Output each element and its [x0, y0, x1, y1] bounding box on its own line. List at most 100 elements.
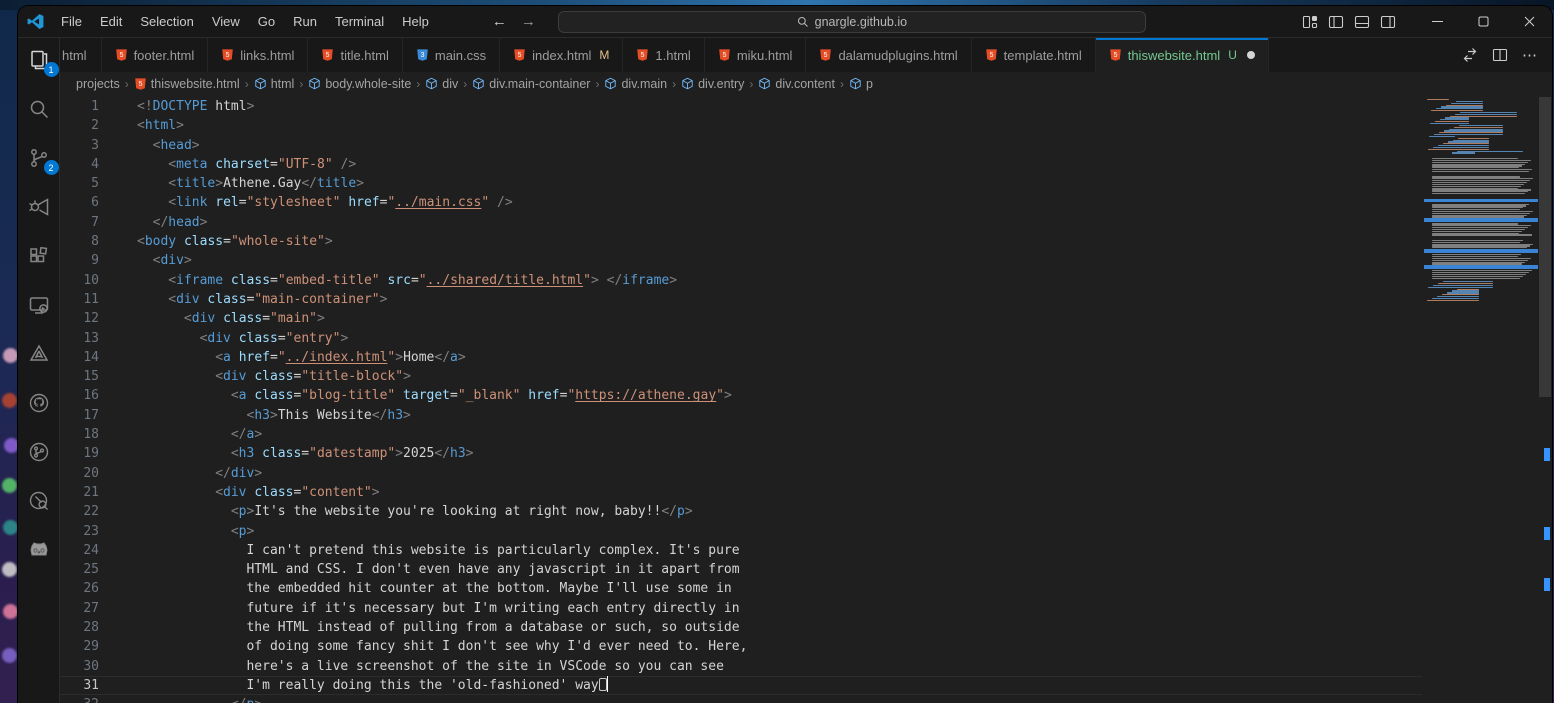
code-line-12[interactable]: 12<div class="main"> [60, 309, 1422, 328]
code-line-31[interactable]: 31I'm really doing this the 'old-fashion… [60, 676, 1422, 695]
breadcrumb-item-projects[interactable]: projects [76, 77, 120, 91]
breadcrumb-item-body.whole-site[interactable]: body.whole-site [308, 77, 411, 91]
godot-tools-icon[interactable] [23, 538, 55, 562]
search-icon[interactable] [23, 97, 55, 121]
command-center-search[interactable]: gnargle.github.io [558, 11, 1146, 33]
code-editor[interactable]: 1<!DOCTYPE html>2<html>3<head>4<meta cha… [60, 95, 1552, 703]
git-graph-icon[interactable] [23, 440, 55, 464]
vertical-scrollbar[interactable] [1538, 95, 1552, 703]
extensions-icon[interactable] [23, 244, 55, 268]
breadcrumb-item-div.content[interactable]: div.content [758, 77, 835, 91]
tab-1.html[interactable]: 51.html [623, 38, 704, 72]
triangle-a-extension-icon[interactable] [23, 342, 55, 366]
code-line-14[interactable]: 14<a href="../index.html">Home</a> [60, 348, 1422, 367]
customize-layout-icon[interactable] [1302, 14, 1318, 30]
toggle-sidebar-left-icon[interactable] [1328, 14, 1344, 30]
menu-run[interactable]: Run [284, 7, 326, 37]
nav-forward-icon[interactable]: → [521, 13, 536, 30]
maximize-button[interactable] [1460, 6, 1506, 37]
toggle-sidebar-right-icon[interactable] [1380, 14, 1396, 30]
code-line-16[interactable]: 16<a class="blog-title" target="_blank" … [60, 386, 1422, 405]
menu-go[interactable]: Go [249, 7, 284, 37]
github-icon[interactable] [23, 391, 55, 415]
code-line-1[interactable]: 1<!DOCTYPE html> [60, 97, 1422, 116]
code-line-23[interactable]: 23<p> [60, 522, 1422, 541]
explorer-icon[interactable]: 1 [23, 48, 55, 72]
open-changes-icon[interactable] [1462, 47, 1478, 63]
unsaved-dot-icon[interactable] [1247, 51, 1255, 59]
tab-index.html[interactable]: 5index.htmlM [500, 38, 623, 72]
tab-main.css[interactable]: 3main.css [403, 38, 500, 72]
run-and-debug-icon[interactable] [23, 195, 55, 219]
tab-dalamudplugins.html[interactable]: 5dalamudplugins.html [806, 38, 971, 72]
breadcrumb-item-div[interactable]: div [425, 77, 458, 91]
tab-thiswebsite.html[interactable]: 5thiswebsite.htmlU [1096, 38, 1269, 72]
breadcrumb-item-div.entry[interactable]: div.entry [681, 77, 744, 91]
tab-template.html[interactable]: 5template.html [972, 38, 1096, 72]
line-number: 5 [60, 174, 99, 193]
menu-edit[interactable]: Edit [91, 7, 131, 37]
menu-help[interactable]: Help [393, 7, 438, 37]
line-number: 25 [60, 560, 99, 579]
code-line-4[interactable]: 4<meta charset="UTF-8" /> [60, 155, 1422, 174]
breadcrumb-item-p[interactable]: p [849, 77, 873, 91]
tab-footer.html[interactable]: 5footer.html [102, 38, 209, 72]
code-line-11[interactable]: 11<div class="main-container"> [60, 290, 1422, 309]
menu-selection[interactable]: Selection [131, 7, 202, 37]
code-line-28[interactable]: 28the HTML instead of pulling from a dat… [60, 618, 1422, 637]
code-line-6[interactable]: 6<link rel="stylesheet" href="../main.cs… [60, 193, 1422, 212]
gitlens-search-icon[interactable] [23, 489, 55, 513]
code-line-30[interactable]: 30here's a live screenshot of the site i… [60, 657, 1422, 676]
code-line-25[interactable]: 25HTML and CSS. I don't even have any ja… [60, 560, 1422, 579]
code-line-8[interactable]: 8<body class="whole-site"> [60, 232, 1422, 251]
line-number: 28 [60, 618, 99, 637]
scrollbar-slider[interactable] [1539, 97, 1551, 397]
code-line-13[interactable]: 13<div class="entry"> [60, 329, 1422, 348]
code-line-17[interactable]: 17<h3>This Website</h3> [60, 406, 1422, 425]
toggle-panel-icon[interactable] [1354, 14, 1370, 30]
code-line-9[interactable]: 9<div> [60, 251, 1422, 270]
code-line-5[interactable]: 5<title>Athene.Gay</title> [60, 174, 1422, 193]
breadcrumb-item-thiswebsite.html[interactable]: 5thiswebsite.html [134, 77, 240, 91]
menu-file[interactable]: File [52, 7, 91, 37]
nav-back-icon[interactable]: ← [492, 13, 507, 30]
code-line-2[interactable]: 2<html> [60, 116, 1422, 135]
code-line-15[interactable]: 15<div class="title-block"> [60, 367, 1422, 386]
more-actions-icon[interactable]: ⋯ [1522, 46, 1538, 64]
code-line-19[interactable]: 19<h3 class="datestamp">2025</h3> [60, 444, 1422, 463]
tab-links.html[interactable]: 5links.html [208, 38, 308, 72]
menu-view[interactable]: View [203, 7, 249, 37]
line-content: <div class="title-block"> [99, 367, 411, 386]
code-line-3[interactable]: 3<head> [60, 136, 1422, 155]
code-line-22[interactable]: 22<p>It's the website you're looking at … [60, 502, 1422, 521]
line-content: <div class="main-container"> [99, 290, 387, 309]
code-line-20[interactable]: 20</div> [60, 464, 1422, 483]
breadcrumb-item-html[interactable]: html [254, 77, 295, 91]
tab-html[interactable]: html [60, 38, 102, 72]
line-number: 23 [60, 522, 99, 541]
breadcrumb-item-div.main[interactable]: div.main [604, 77, 667, 91]
code-line-32[interactable]: 32</p> [60, 695, 1422, 703]
missing-glyph-box [599, 678, 607, 691]
code-line-10[interactable]: 10<iframe class="embed-title" src="../sh… [60, 271, 1422, 290]
symbol-cube-icon [849, 77, 862, 90]
code-line-7[interactable]: 7</head> [60, 213, 1422, 232]
split-editor-icon[interactable] [1492, 47, 1508, 63]
code-line-26[interactable]: 26the embedded hit counter at the bottom… [60, 579, 1422, 598]
breadcrumb-item-div.main-container[interactable]: div.main-container [472, 77, 590, 91]
code-line-24[interactable]: 24I can't pretend this website is partic… [60, 541, 1422, 560]
menu-terminal[interactable]: Terminal [326, 7, 393, 37]
close-button[interactable] [1506, 6, 1552, 37]
source-control-icon[interactable]: 2 [23, 146, 55, 170]
code-line-21[interactable]: 21<div class="content"> [60, 483, 1422, 502]
minimap[interactable] [1424, 99, 1538, 302]
menu-bar: FileEditSelectionViewGoRunTerminalHelp [52, 7, 438, 37]
tab-title.html[interactable]: 5title.html [308, 38, 402, 72]
code-line-29[interactable]: 29of doing some fancy shit I don't see w… [60, 637, 1422, 656]
tab-miku.html[interactable]: 5miku.html [705, 38, 807, 72]
remote-explorer-icon[interactable] [23, 293, 55, 317]
vscode-logo-icon[interactable] [18, 13, 52, 30]
minimize-button[interactable] [1414, 6, 1460, 37]
code-line-18[interactable]: 18</a> [60, 425, 1422, 444]
code-line-27[interactable]: 27future if it's necessary but I'm writi… [60, 599, 1422, 618]
